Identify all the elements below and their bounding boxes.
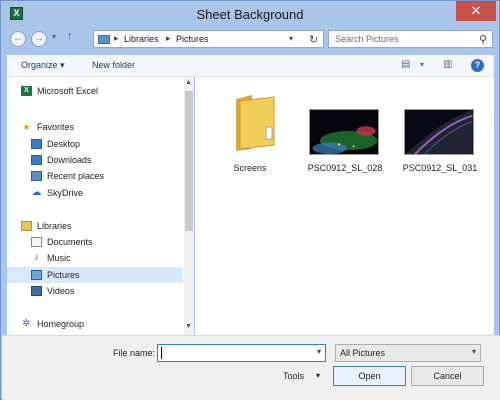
sidebar-item-desktop[interactable]: Desktop [7, 136, 183, 152]
scroll-down-icon[interactable]: ▼ [185, 323, 192, 330]
window-title: Sheet Background [196, 7, 304, 22]
back-button[interactable]: ← [10, 31, 26, 47]
scrollbar-thumb[interactable] [185, 91, 193, 231]
sidebar-item-label: Homegroup [37, 319, 85, 329]
command-toolbar: Organize ▾ New folder ▤ ▾ ▥ ? [7, 55, 494, 77]
tools-menu-button[interactable]: Tools [283, 371, 304, 381]
image-thumbnail [309, 109, 379, 155]
image-thumbnail [404, 109, 474, 155]
sidebar-item-music[interactable]: ♪ Music [7, 250, 183, 266]
breadcrumb-libraries[interactable]: Libraries [124, 34, 159, 44]
search-input[interactable]: Search Pictures ⚲ [328, 30, 493, 48]
file-list: Screens PSC0912_SL_028 PSC0912_SL_031 [195, 77, 494, 335]
file-item-label: PSC0912_SL_031 [402, 163, 478, 173]
sidebar-item-label: Videos [47, 286, 75, 296]
sidebar-item-skydrive[interactable]: ☁ SkyDrive [7, 185, 183, 201]
sidebar-item-label: Favorites [37, 122, 75, 132]
sidebar-item-label: Downloads [47, 155, 92, 165]
sidebar-item-label: Desktop [47, 139, 81, 149]
preview-pane-icon[interactable]: ▥ [443, 59, 452, 70]
scroll-up-icon[interactable]: ▲ [185, 79, 192, 86]
sidebar-item-favorites[interactable]: ★ Favorites [7, 119, 183, 135]
text-cursor [161, 347, 162, 359]
dialog-footer: File name: ▾ All Pictures ▾ Tools ▾ Open… [2, 335, 500, 400]
view-options-icon[interactable]: ▤ [401, 59, 410, 70]
title-bar: X Sheet Background ✕ [1, 1, 499, 27]
star-icon: ★ [22, 122, 31, 132]
dialog-window: X Sheet Background ✕ ← → ▾ ↑ ▸ Libraries… [0, 0, 500, 400]
organize-button[interactable]: Organize ▾ [21, 60, 65, 71]
sidebar-item-microsoft-excel[interactable]: X Microsoft Excel [7, 83, 183, 99]
sidebar-item-label: Pictures [47, 270, 80, 280]
search-placeholder: Search Pictures [335, 34, 399, 44]
sidebar-item-downloads[interactable]: Downloads [7, 152, 183, 168]
excel-icon: X [21, 86, 32, 96]
sidebar-item-recent-places[interactable]: Recent places [7, 168, 183, 184]
organize-label: Organize [21, 60, 58, 70]
forward-button[interactable]: → [31, 31, 47, 47]
refresh-icon[interactable]: ↻ [309, 33, 318, 46]
breadcrumb-separator: ▸ [114, 33, 119, 43]
view-dropdown-icon[interactable]: ▾ [420, 60, 424, 69]
sidebar-item-libraries[interactable]: Libraries [7, 218, 183, 234]
breadcrumb-pictures[interactable]: Pictures [176, 34, 209, 44]
file-name-input[interactable]: ▾ [157, 344, 326, 362]
sidebar-item-documents[interactable]: Documents [7, 234, 183, 250]
file-type-select[interactable]: All Pictures ▾ [335, 344, 481, 362]
new-folder-button[interactable]: New folder [92, 60, 135, 70]
file-name-label: File name: [113, 348, 156, 358]
sidebar-item-label: Microsoft Excel [37, 86, 99, 96]
up-button[interactable]: ↑ [67, 30, 73, 42]
file-type-value: All Pictures [340, 348, 386, 358]
sidebar-item-label: Music [47, 253, 71, 263]
close-button[interactable]: ✕ [456, 1, 496, 21]
search-icon[interactable]: ⚲ [479, 33, 487, 46]
navigation-row: ← → ▾ ↑ ▸ Libraries ▸ Pictures ▾ ↻ Searc… [7, 27, 493, 51]
desktop-icon [31, 139, 42, 149]
sidebar-item-label: Recent places [47, 171, 105, 181]
file-item-label: Screens [233, 163, 267, 173]
sidebar-item-videos[interactable]: Videos [7, 283, 183, 299]
folder-icon [236, 95, 275, 151]
music-icon: ♪ [34, 252, 39, 263]
file-item-psc0912-sl-031[interactable]: PSC0912_SL_031 [400, 85, 480, 181]
chevron-down-icon: ▾ [471, 347, 476, 356]
downloads-icon [31, 155, 42, 165]
sidebar-item-label: Documents [47, 237, 93, 247]
pictures-folder-icon [98, 35, 110, 44]
cancel-button[interactable]: Cancel [411, 366, 484, 386]
open-button[interactable]: Open [333, 366, 406, 386]
recent-locations-dropdown[interactable]: ▾ [52, 32, 56, 41]
file-item-psc0912-sl-028[interactable]: PSC0912_SL_028 [305, 85, 385, 181]
cloud-icon: ☁ [31, 187, 42, 198]
chevron-down-icon[interactable]: ▾ [317, 347, 321, 356]
file-item-label: PSC0912_SL_028 [307, 163, 383, 173]
address-dropdown-icon[interactable]: ▾ [289, 34, 293, 43]
recent-places-icon [31, 171, 42, 181]
navigation-pane: X Microsoft Excel ★ Favorites Desktop Do… [7, 77, 194, 335]
sidebar-item-pictures[interactable]: Pictures [7, 267, 183, 283]
help-icon[interactable]: ? [471, 59, 484, 72]
videos-icon [31, 286, 42, 296]
homegroup-icon: ✲ [22, 318, 31, 329]
sidebar-scrollbar[interactable]: ▲ ▼ [184, 77, 194, 335]
pictures-icon [31, 270, 42, 280]
documents-icon [31, 237, 42, 247]
address-bar[interactable]: ▸ Libraries ▸ Pictures ▾ ↻ [93, 30, 324, 48]
sidebar-item-homegroup[interactable]: ✲ Homegroup [7, 316, 183, 332]
chevron-down-icon: ▾ [60, 60, 65, 70]
sidebar-item-label: Libraries [37, 221, 72, 231]
libraries-icon [21, 221, 32, 231]
sidebar-item-label: SkyDrive [47, 188, 84, 198]
file-item-screens[interactable]: Screens [210, 85, 290, 181]
chevron-down-icon[interactable]: ▾ [316, 371, 320, 380]
breadcrumb-separator: ▸ [166, 33, 171, 43]
